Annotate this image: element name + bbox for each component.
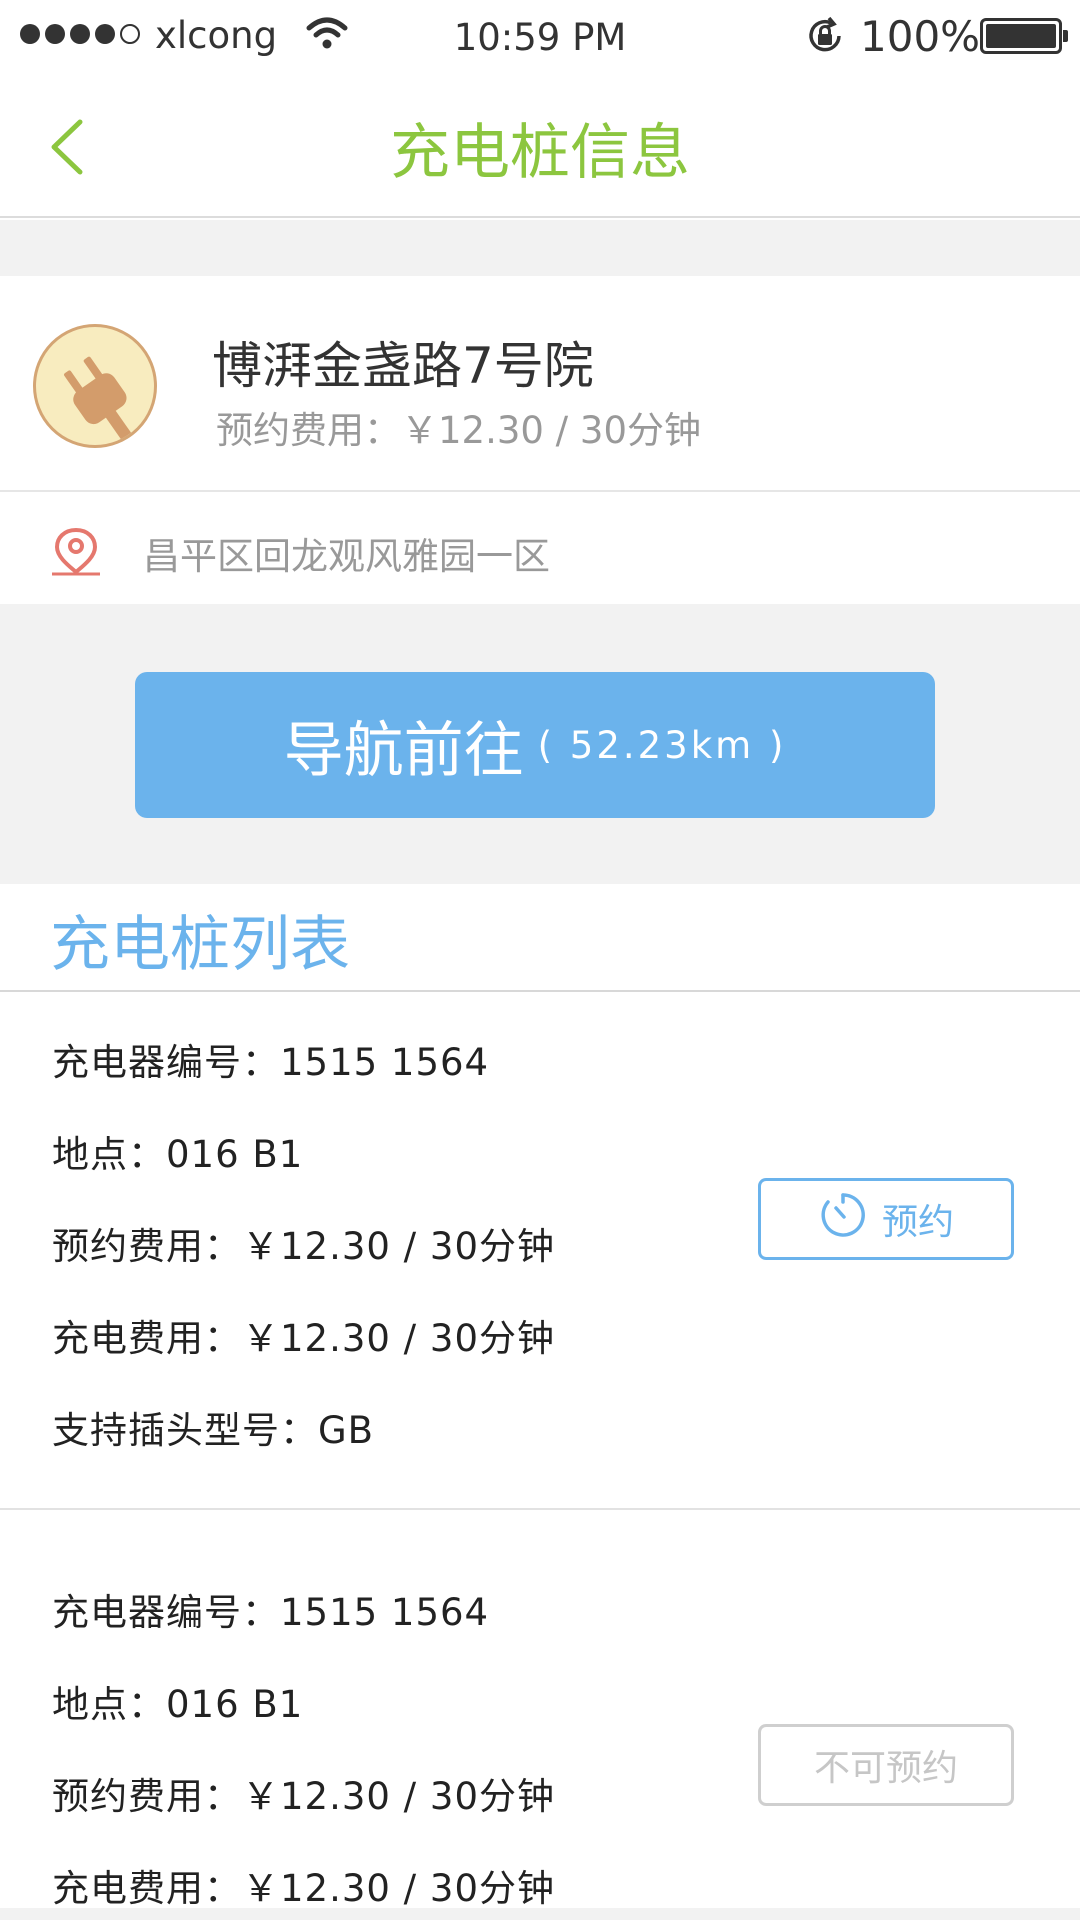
unavailable-button: 不可预约 — [758, 1724, 1014, 1806]
timer-icon — [818, 1190, 868, 1249]
navigate-button-label: 导航前往 — [283, 715, 524, 786]
station-card: 博湃金盏路7号院 预约费用：￥12.30 / 30分钟 — [0, 276, 1080, 492]
rotation-lock-icon — [803, 14, 847, 67]
status-bar: xlcong 10:59 PM 100% — [0, 0, 1080, 76]
station-name: 博湃金盏路7号院 — [212, 337, 594, 395]
charger-charge-fee: 充电费用：￥12.30 / 30分钟 — [52, 1867, 555, 1910]
reserve-button[interactable]: 预约 — [758, 1178, 1014, 1260]
unavailable-button-label: 不可预约 — [813, 1748, 958, 1789]
station-address: 昌平区回龙观风雅园一区 — [143, 535, 550, 578]
charger-location: 地点：016 B1 — [52, 1683, 304, 1726]
battery-icon — [980, 18, 1068, 54]
plug-icon — [33, 324, 157, 448]
bottom-spacer — [0, 1908, 1080, 1920]
section-spacer — [0, 220, 1080, 276]
reserve-button-label: 预约 — [881, 1202, 954, 1243]
charger-list-item: 充电器编号：1515 1564 地点：016 B1 预约费用：￥12.30 / … — [0, 992, 1080, 1508]
navigate-button[interactable]: 导航前往 ( 52.23km ) — [135, 672, 935, 818]
charger-charge-fee: 充电费用：￥12.30 / 30分钟 — [52, 1317, 555, 1360]
address-row[interactable]: 昌平区回龙观风雅园一区 — [0, 492, 1080, 604]
charger-list-item: 充电器编号：1515 1564 地点：016 B1 预约费用：￥12.30 / … — [0, 1510, 1080, 1910]
charger-reserve-fee: 预约费用：￥12.30 / 30分钟 — [52, 1775, 555, 1818]
station-reserve-fee: 预约费用：￥12.30 / 30分钟 — [216, 409, 701, 452]
navigate-section: 导航前往 ( 52.23km ) — [0, 604, 1080, 884]
charger-plug-type: 支持插头型号：GB — [52, 1409, 375, 1452]
charger-reserve-fee: 预约费用：￥12.30 / 30分钟 — [52, 1225, 555, 1268]
page-title: 充电桩信息 — [390, 118, 690, 188]
battery-percentage: 100% — [860, 12, 981, 61]
charger-number: 充电器编号：1515 1564 — [52, 1041, 490, 1084]
charger-number: 充电器编号：1515 1564 — [52, 1591, 490, 1634]
charger-location: 地点：016 B1 — [52, 1133, 304, 1176]
location-pin-icon — [50, 526, 102, 580]
charger-list-title: 充电桩列表 — [50, 910, 350, 980]
navigation-bar: 充电桩信息 — [0, 76, 1080, 218]
navigate-distance: ( 52.23km ) — [537, 723, 787, 767]
